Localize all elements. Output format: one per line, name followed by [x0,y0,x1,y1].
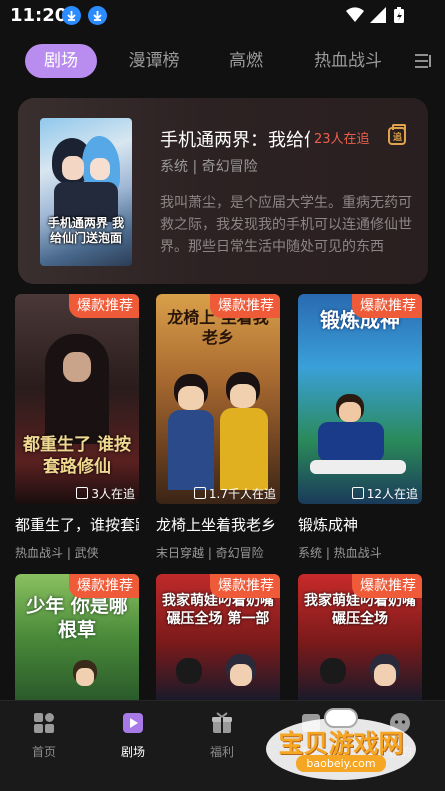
nav-welfare[interactable]: 福利 [192,711,252,763]
hot-badge: 爆款推荐 [210,294,280,318]
watch-count: 12人在追 [351,484,422,504]
drama-cover-image: 都重生了 谁按套路修仙 [15,294,139,504]
watermark-logo: 宝贝游戏网 baobeiy.com [266,708,416,780]
hot-badge: 爆款推荐 [69,574,139,598]
status-bar: 11:20 [0,0,445,30]
drama-cover-image: 锻炼成神 [298,294,422,504]
watermark-url: baobeiy.com [296,755,386,772]
drama-title: 龙椅上坐着我老乡 [156,516,277,534]
signal-icon [370,7,386,23]
featured-cover-image: 手机通两界 我给仙门送泡面 [40,118,132,266]
download-icon [62,6,81,25]
drama-tags: 末日穿越 | 奇幻冒险 [156,546,264,560]
featured-description: 我叫萧尘，是个应届大学生。重病无药可救之际，我发现我的手机可以连通修仙世界。那些… [160,195,412,255]
nav-label: 剧场 [120,745,145,759]
drama-title: 都重生了，谁按套路修仙啊 [15,516,139,534]
wifi-icon [346,7,364,22]
tab-drama[interactable]: 剧场 [25,44,97,78]
home-grid-icon [34,713,54,733]
menu-icon[interactable] [413,51,433,71]
watch-count: 1.7千人在追 [193,484,280,504]
follow-icon[interactable]: 追 [388,124,406,145]
tab-battle[interactable]: 热血战斗 [304,44,392,78]
nav-label: 福利 [209,745,234,759]
featured-card[interactable]: 手机通两界 我给仙门送泡面 手机通两界：我给仙门送泡面 23人在追 追 系统 |… [18,98,428,284]
watch-count: 3人在追 [76,484,139,504]
hot-badge: 爆款推荐 [352,294,422,318]
gift-icon [212,712,232,733]
status-time: 11:20 [10,5,68,26]
featured-tags: 系统 | 奇幻冒险 [160,159,258,175]
featured-title: 手机通两界：我给仙门送泡面 [160,130,310,151]
nav-drama[interactable]: 剧场 [103,711,163,763]
hot-badge: 爆款推荐 [352,574,422,598]
system-icons [345,6,415,24]
tab-ranking[interactable]: 漫谭榜 [118,44,190,78]
hot-badge: 爆款推荐 [210,574,280,598]
battery-icon [394,7,404,23]
download-icon [88,6,107,25]
category-tabs: 剧场 漫谭榜 高燃 热血战斗 [0,38,445,84]
nav-home[interactable]: 首页 [14,711,74,763]
hot-badge: 爆款推荐 [69,294,139,318]
drama-title: 锻炼成神 [298,516,359,534]
nav-label: 首页 [31,745,56,759]
play-icon [123,713,143,733]
cover-title-text: 手机通两界 我给仙门送泡面 [47,216,125,245]
drama-tags: 系统 | 热血战斗 [298,546,382,560]
tab-high-energy[interactable]: 高燃 [212,44,280,78]
featured-watch-count: 23人在追 [314,132,370,147]
drama-cover-image: 龙椅上 坐着我老乡 [156,294,280,504]
drama-tags: 热血战斗 | 武侠 [15,546,99,560]
